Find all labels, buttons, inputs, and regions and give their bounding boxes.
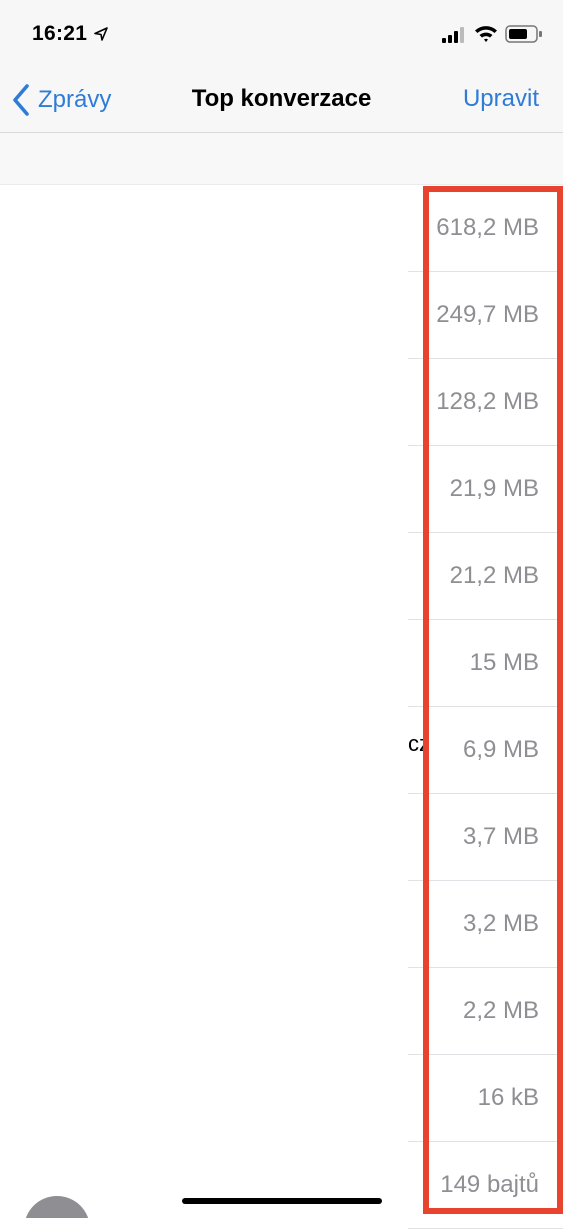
conversation-size: 149 bajtů bbox=[440, 1171, 539, 1198]
conversation-row[interactable]: 249,7 MB bbox=[0, 272, 563, 359]
home-indicator[interactable] bbox=[182, 1198, 382, 1204]
conversation-row[interactable]: 2,2 MB bbox=[0, 968, 563, 1055]
conversation-size: 3,2 MB bbox=[462, 910, 539, 937]
conversation-row[interactable]: 15 MB bbox=[0, 620, 563, 707]
edit-button[interactable]: Upravit bbox=[463, 85, 539, 113]
avatar bbox=[24, 1196, 90, 1218]
section-header bbox=[0, 133, 563, 185]
conversation-row[interactable]: 618,2 MB bbox=[0, 185, 563, 272]
status-bar: 16:21 bbox=[0, 0, 563, 68]
conversation-row[interactable]: 21,2 MB bbox=[0, 533, 563, 620]
conversation-row[interactable]: 3,2 MB bbox=[0, 881, 563, 968]
navigation-bar: Zprávy Top konverzace Upravit bbox=[0, 68, 563, 133]
conversation-size: 21,2 MB bbox=[449, 562, 539, 589]
conversation-row[interactable]: 16 kB bbox=[0, 1055, 563, 1142]
location-arrow-icon bbox=[94, 27, 108, 41]
conversation-row[interactable]: 128,2 MB bbox=[0, 359, 563, 446]
conversation-size: 618,2 MB bbox=[436, 214, 539, 241]
conversation-size: 21,9 MB bbox=[449, 475, 539, 502]
conversation-row[interactable]: 21,9 MB bbox=[0, 446, 563, 533]
status-time: 16:21 bbox=[32, 22, 88, 45]
battery-icon bbox=[505, 25, 542, 43]
conversation-list: 618,2 MB 249,7 MB 128,2 MB 21,9 MB 21,2 … bbox=[0, 185, 563, 1229]
conversation-row[interactable]: 3,7 MB bbox=[0, 794, 563, 881]
conversation-size: 15 MB bbox=[469, 649, 539, 676]
conversation-name-clipped: cz bbox=[408, 731, 426, 756]
conversation-size: 16 kB bbox=[477, 1084, 539, 1111]
conversation-size: 128,2 MB bbox=[436, 388, 539, 415]
conversation-size: 3,7 MB bbox=[462, 823, 539, 850]
conversation-row[interactable]: cz 6,9 MB bbox=[0, 707, 563, 794]
conversation-size: 249,7 MB bbox=[436, 301, 539, 328]
cellular-signal-icon bbox=[442, 27, 464, 43]
conversation-size: 2,2 MB bbox=[462, 997, 539, 1024]
wifi-icon bbox=[475, 26, 497, 42]
conversation-size: 6,9 MB bbox=[462, 736, 539, 763]
